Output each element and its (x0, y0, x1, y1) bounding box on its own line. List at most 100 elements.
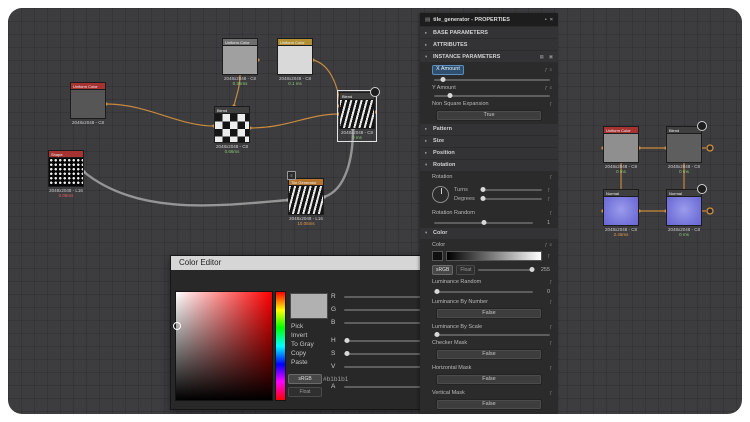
node-uniform-color-1[interactable]: Uniform Color 2048x2048 - C8 (70, 82, 106, 125)
srgb-toggle[interactable]: sRGB (432, 265, 453, 275)
node-thumbnail (603, 196, 639, 226)
node-blend-3[interactable]: Blend 2048x2048 - C8 0 ms (666, 126, 702, 174)
node-thumbnail (70, 89, 106, 119)
function-icon[interactable]: ƒ (549, 365, 552, 370)
node-thumbnail (277, 45, 313, 75)
hue-strip[interactable] (275, 291, 286, 401)
alpha-slider[interactable] (478, 269, 534, 271)
float-toggle[interactable]: Float (456, 265, 475, 275)
function-icon[interactable]: ƒ (545, 242, 548, 247)
degrees-slider[interactable]: Degrees ƒ (454, 196, 550, 202)
function-icon[interactable]: ƒ (545, 67, 548, 72)
node-thumbnail (339, 99, 375, 129)
node-tile-generator[interactable]: ≡ Tile Generator 2048x2048 - L16 10.05ms (288, 178, 324, 226)
rotation-random-slider[interactable]: 1 (420, 216, 558, 227)
options-icon[interactable]: ≡ (549, 242, 552, 247)
node-time-label: 0.35ms (222, 81, 258, 86)
grid-view-icon[interactable]: ▦ (539, 54, 543, 60)
pin-icon[interactable]: ▪ (545, 17, 547, 23)
node-output-badge-icon (697, 121, 707, 131)
node-thumbnail (666, 196, 702, 226)
node-time-label: 0 ms (666, 232, 702, 237)
x-amount-slider[interactable] (420, 75, 558, 82)
function-icon[interactable]: ƒ (549, 174, 552, 179)
float-toggle[interactable]: Float (288, 387, 322, 397)
node-graph-canvas[interactable]: Uniform Color 2048x2048 - C8 Uniform Col… (8, 8, 742, 414)
node-thumbnail (48, 157, 84, 187)
properties-title: tile_generator - PROPERTIES (433, 17, 542, 23)
node-output-badge-icon (697, 184, 707, 194)
function-icon[interactable]: ƒ (547, 196, 550, 201)
node-blend-2-selected[interactable]: Blend 2048x2048 - C8 0 ms (339, 92, 375, 140)
luminance-random-slider[interactable]: 0 (420, 285, 558, 296)
node-shape[interactable]: Shape 2048x2048 - L16 0.05ms (48, 150, 84, 198)
node-time-label: 2.45ms (603, 232, 639, 237)
checker-mask-toggle[interactable]: False (436, 349, 542, 360)
pick-button[interactable]: Pick (291, 322, 314, 331)
close-icon[interactable]: × (550, 17, 553, 23)
gradient-start-swatch[interactable] (432, 251, 443, 261)
function-icon[interactable]: ƒ (547, 187, 550, 192)
y-amount-slider[interactable] (420, 91, 558, 98)
degrees-label: Degrees (454, 196, 478, 202)
function-icon[interactable]: ƒ (549, 390, 552, 395)
section-position[interactable]: ▸ Position (420, 148, 558, 159)
node-output-badge-icon (370, 87, 380, 97)
section-pattern[interactable]: ▸ Pattern (420, 124, 558, 135)
function-icon[interactable]: ƒ (549, 279, 552, 284)
luminance-by-scale-row: Luminance By Scale ƒ (420, 321, 558, 330)
color-row: Color ƒ ≡ (420, 239, 558, 248)
section-attributes[interactable]: ▸ ATTRIBUTES (420, 39, 558, 50)
section-color[interactable]: ▾ Color (420, 228, 558, 239)
non-square-expansion-label: Non Square Expansion (432, 101, 547, 107)
function-icon[interactable]: ƒ (549, 324, 552, 329)
non-square-expansion-toggle[interactable]: True (436, 110, 542, 121)
srgb-toggle[interactable]: sRGB (288, 374, 322, 384)
turns-slider[interactable]: Turns ƒ (454, 187, 550, 193)
rotation-row: Rotation ƒ (420, 171, 558, 180)
checker-mask-label: Checker Mask (432, 340, 547, 346)
node-header: Normal (603, 189, 639, 196)
function-icon[interactable]: ƒ (545, 85, 548, 90)
node-uniform-color-2[interactable]: Uniform Color 2048x2048 - C8 0.35ms (222, 38, 258, 86)
horizontal-mask-toggle[interactable]: False (436, 374, 542, 385)
function-icon[interactable]: ƒ (549, 210, 552, 215)
node-normal-1[interactable]: Normal 2048x2048 - C8 2.45ms (603, 189, 639, 237)
color-gradient-bar[interactable] (446, 251, 542, 261)
section-rotation[interactable]: ▾ Rotation (420, 160, 558, 171)
function-icon[interactable]: ƒ (547, 253, 550, 258)
x-amount-label[interactable]: X Amount (432, 65, 464, 75)
tab-view-icon[interactable]: ▣ (549, 54, 553, 60)
current-color-swatch (290, 293, 328, 319)
section-base-parameters[interactable]: ▸ BASE PARAMETERS (420, 27, 558, 38)
node-normal-2[interactable]: Normal 2048x2048 - C8 0 ms (666, 189, 702, 237)
node-size-label: 2048x2048 - C8 (70, 120, 106, 125)
paste-button[interactable]: Paste (291, 358, 314, 367)
horizontal-mask-row: Horizontal Mask ƒ (420, 362, 558, 371)
section-size[interactable]: ▸ Size (420, 136, 558, 147)
chevron-down-icon: ▾ (425, 54, 430, 60)
luminance-by-number-toggle[interactable]: False (436, 308, 542, 319)
luminance-by-scale-slider[interactable] (420, 330, 558, 337)
vertical-mask-toggle[interactable]: False (436, 399, 542, 410)
invert-button[interactable]: Invert (291, 331, 314, 340)
saturation-value-picker[interactable] (175, 291, 273, 401)
properties-header: ▤ tile_generator - PROPERTIES ▪ × (420, 13, 558, 26)
options-icon[interactable]: ≡ (549, 85, 552, 90)
node-uniform-color-4[interactable]: Uniform Color 2048x2048 - C8 0 ms (603, 126, 639, 174)
options-icon[interactable]: ≡ (549, 67, 552, 72)
to-gray-button[interactable]: To Gray (291, 340, 314, 349)
node-instance-badge-icon: ≡ (287, 171, 296, 180)
function-icon[interactable]: ƒ (549, 101, 552, 106)
function-icon[interactable]: ƒ (549, 299, 552, 304)
copy-button[interactable]: Copy (291, 349, 314, 358)
node-uniform-color-3[interactable]: Uniform Color 2048x2048 - C8 0.1 ms (277, 38, 313, 86)
color-alpha-row: sRGB Float 255 (420, 262, 558, 276)
panel-list-icon[interactable]: ▤ (425, 17, 430, 23)
node-header: Uniform Color (70, 82, 106, 89)
rotation-dial[interactable] (432, 186, 449, 203)
chevron-right-icon: ▸ (425, 30, 430, 36)
section-instance-parameters[interactable]: ▾ INSTANCE PARAMETERS ▦ ▣ (420, 51, 558, 62)
function-icon[interactable]: ƒ (549, 340, 552, 345)
node-blend-1[interactable]: Blend 2048x2048 - C8 0.66ms (214, 106, 250, 154)
